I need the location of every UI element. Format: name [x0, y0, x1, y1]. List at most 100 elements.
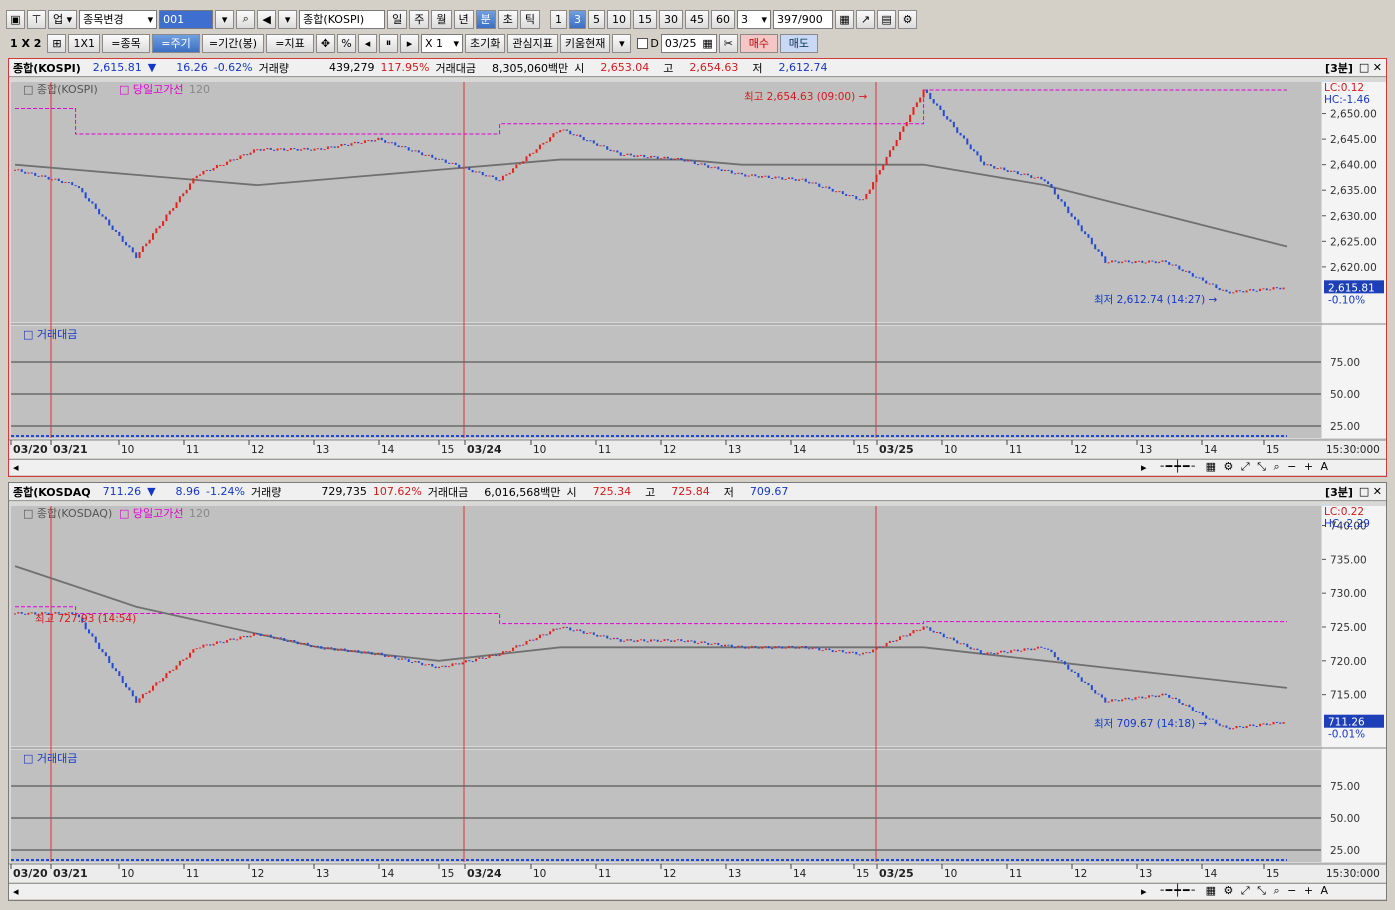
count-input[interactable]: 397/900: [773, 9, 834, 29]
chart-scrollbar[interactable]: ◂ ▸ ╶━┿━╴ ▦ ⚙ ⤢ ⤡ ⌕ − + A: [9, 459, 1386, 475]
sub-tick-label: 50.00: [1330, 389, 1360, 401]
candle: [1265, 723, 1268, 726]
time-axis-label: 12: [1074, 444, 1087, 456]
chart-tool-icon[interactable]: ↗: [856, 9, 876, 29]
y-tick-label: 730.00: [1330, 588, 1367, 600]
scroll-right-icon[interactable]: ▸: [1141, 885, 1147, 898]
candle: [599, 145, 602, 147]
candle: [528, 153, 531, 157]
layout-grid-icon[interactable]: ⊞: [47, 33, 67, 53]
candle: [1107, 701, 1110, 703]
code-dropdown-icon[interactable]: ▾: [215, 9, 235, 29]
sell-button[interactable]: 매도: [779, 33, 818, 53]
period-minute[interactable]: 분: [475, 9, 496, 29]
link-symbol-button[interactable]: =종목: [102, 33, 150, 53]
zoom-controls[interactable]: ╶━┿━╴ ▦ ⚙ ⤢ ⤡ ⌕ − + A: [1157, 884, 1330, 898]
candle: [559, 130, 562, 133]
pane-window-controls[interactable]: □ ✕: [1359, 485, 1382, 498]
kiwoom-current-button[interactable]: 키움현재: [559, 33, 611, 53]
candle: [717, 166, 720, 170]
pause-icon[interactable]: ⏸: [379, 33, 398, 53]
grid-icon[interactable]: ▦: [835, 9, 855, 29]
candle: [343, 648, 346, 651]
scroll-left-icon[interactable]: ◂: [13, 885, 19, 898]
zoom-controls[interactable]: ╶━┿━╴ ▦ ⚙ ⤢ ⤡ ⌕ − + A: [1157, 460, 1330, 474]
time-axis-label: 12: [663, 868, 676, 880]
time-axis-label: 03/21: [53, 443, 88, 456]
kiwoom-dropdown-icon[interactable]: ▾: [612, 33, 632, 53]
market-select[interactable]: 업 ▾: [48, 9, 78, 29]
interval-input[interactable]: 3 ▾: [737, 9, 772, 29]
link-indicator-button[interactable]: =지표: [266, 33, 314, 53]
eraser-icon[interactable]: ✂: [718, 33, 738, 53]
candle: [185, 657, 188, 660]
candle: [757, 176, 760, 178]
pane-window-controls[interactable]: □ ✕: [1359, 61, 1382, 74]
candle: [1168, 262, 1171, 265]
favorite-indicator-button[interactable]: 관심지표: [507, 33, 558, 53]
candle: [824, 648, 827, 651]
window-icon[interactable]: ▣: [6, 9, 25, 29]
candle: [125, 683, 128, 688]
period-second[interactable]: 초: [497, 9, 518, 29]
save-icon[interactable]: ▤: [877, 9, 897, 29]
interval-1[interactable]: 1: [550, 9, 568, 29]
candle: [1168, 694, 1171, 698]
candle: [293, 640, 296, 642]
kosdaq-chart-pane[interactable]: 종합(KOSDAQ 711.26 ▼ 8.96 -1.24% 거래량 729,735 107.…: [8, 482, 1387, 901]
scroll-right-icon[interactable]: ▸: [1141, 461, 1147, 474]
interval-5[interactable]: 5: [588, 9, 606, 29]
link-period-button[interactable]: =주기: [152, 33, 200, 53]
candle: [814, 647, 817, 649]
layout-label[interactable]: 1 X 2: [6, 37, 45, 50]
candle: [387, 142, 390, 144]
sub-indicator-title: □ 거래대금: [23, 328, 77, 341]
candle: [88, 629, 91, 634]
candle: [421, 152, 424, 156]
period-year[interactable]: 년: [453, 9, 474, 29]
candle: [394, 142, 397, 146]
time-axis-label: 03/20: [13, 443, 48, 456]
crosshair-icon[interactable]: ✥: [316, 33, 335, 53]
candle: [589, 140, 592, 142]
gear-icon[interactable]: ⚙: [898, 9, 918, 29]
reset-button[interactable]: 초기화: [465, 33, 506, 53]
search-icon[interactable]: ⌕: [236, 9, 256, 29]
speaker-dropdown-icon[interactable]: ▾: [278, 9, 298, 29]
candle: [538, 144, 541, 150]
chart-scrollbar[interactable]: ◂ ▸ ╶━┿━╴ ▦ ⚙ ⤢ ⤡ ⌕ − + A: [9, 883, 1386, 899]
interval-15[interactable]: 15: [633, 9, 658, 29]
interval-3[interactable]: 3: [569, 9, 587, 29]
period-day[interactable]: 일: [387, 9, 408, 29]
multiplier-select[interactable]: X 1 ▾: [421, 33, 463, 53]
change-code-select[interactable]: 종목변경 ▾: [79, 9, 158, 29]
interval-10[interactable]: 10: [607, 9, 632, 29]
period-week[interactable]: 주: [409, 9, 430, 29]
code-input[interactable]: 001: [159, 9, 214, 29]
prev-icon[interactable]: ◂: [358, 33, 377, 53]
candle: [246, 635, 249, 638]
price-chart[interactable]: 740.00735.00730.00725.00720.00715.00LC:0…: [9, 502, 1386, 882]
buy-button[interactable]: 매수: [739, 33, 778, 53]
one-by-one-button[interactable]: 1X1: [68, 33, 100, 53]
pin-icon[interactable]: ⊤: [27, 9, 46, 29]
price-chart[interactable]: 2,650.00 2,645.00 2,640.00 2,635.00 2,630.00…: [9, 78, 1386, 458]
candle: [1171, 697, 1174, 699]
link-range-button[interactable]: =기간(봉): [202, 33, 264, 53]
date-input[interactable]: 03/25 ▦: [660, 33, 717, 53]
next-icon[interactable]: ▸: [400, 33, 419, 53]
candle: [1188, 704, 1191, 708]
interval-30[interactable]: 30: [659, 9, 684, 29]
candle: [525, 156, 528, 162]
scroll-left-icon[interactable]: ◂: [13, 461, 19, 474]
speaker-icon[interactable]: ◀: [257, 9, 277, 29]
interval-45[interactable]: 45: [685, 9, 710, 29]
interval-60[interactable]: 60: [711, 9, 736, 29]
period-tick[interactable]: 틱: [519, 9, 541, 29]
kospi-chart-pane[interactable]: 종합(KOSPI) 2,615.81 ▼ 16.26 -0.62% 거래량 439,279 1…: [8, 58, 1387, 477]
date-checkbox[interactable]: [637, 37, 649, 49]
candle: [135, 696, 138, 703]
candle: [862, 652, 864, 655]
period-month[interactable]: 월: [431, 9, 452, 29]
percent-icon[interactable]: %: [337, 33, 356, 53]
